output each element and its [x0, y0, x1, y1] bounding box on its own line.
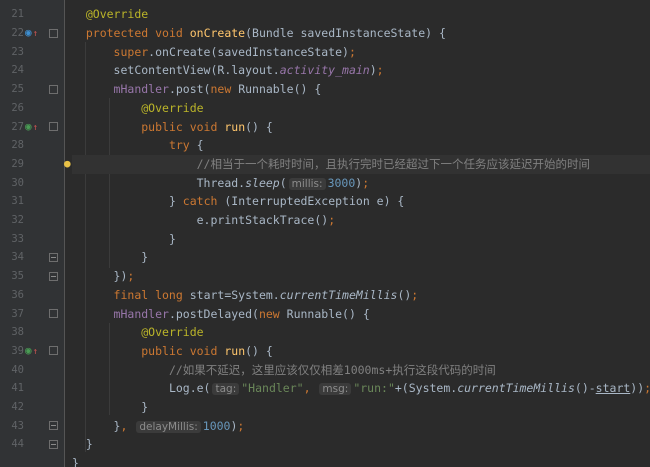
line-number: 22 — [11, 27, 24, 39]
code-line[interactable]: super.onCreate(savedInstanceState); — [72, 43, 650, 62]
code-line[interactable]: } catch (InterruptedException e) { — [72, 192, 650, 211]
code-line[interactable]: protected void onCreate(Bundle savedInst… — [72, 24, 650, 43]
line-number: 23 — [11, 45, 24, 58]
line-number: 43 — [11, 419, 24, 432]
line-number: 30 — [11, 176, 24, 189]
line-number: 21 — [11, 8, 24, 21]
parameter-hint: msg: — [319, 383, 352, 396]
code-line[interactable]: }); — [72, 267, 650, 286]
code-line[interactable]: public void run() { — [72, 118, 650, 137]
line-number: 34 — [11, 251, 24, 264]
code-line[interactable]: } — [72, 454, 650, 467]
implement-method-icon[interactable]: ◉↑ — [25, 342, 38, 362]
code-line[interactable]: @Override — [72, 99, 650, 118]
parameter-hint: millis: — [288, 177, 326, 190]
code-line[interactable]: mHandler.postDelayed(new Runnable() { — [72, 305, 650, 324]
code-line[interactable]: //如果不延迟，这里应该仅仅相差1000ms+执行这段代码的时间 — [72, 361, 650, 380]
code-line[interactable]: try { — [72, 136, 650, 155]
line-number: 29 — [11, 157, 24, 170]
fold-end-marker[interactable] — [49, 440, 58, 449]
fold-toggle[interactable] — [49, 309, 58, 318]
code-line[interactable]: } — [72, 248, 650, 267]
navigate-up-arrow-icon: ↑ — [32, 29, 39, 39]
code-line[interactable]: final long start=System.currentTimeMilli… — [72, 286, 650, 305]
line-number: 42 — [11, 401, 24, 413]
line-number: 38 — [11, 326, 24, 339]
implement-method-icon[interactable]: ◉↑ — [25, 118, 38, 138]
code-line[interactable]: @Override — [72, 5, 650, 24]
fold-end-marker[interactable] — [49, 421, 58, 430]
fold-end-marker[interactable] — [49, 253, 58, 262]
code-line[interactable]: } — [72, 398, 650, 417]
fold-toggle[interactable] — [49, 85, 58, 94]
code-line[interactable]: e.printStackTrace(); — [72, 211, 650, 230]
line-number: 24 — [11, 64, 24, 77]
code-line[interactable]: Thread.sleep(millis: 3000); — [72, 174, 650, 193]
fold-toggle[interactable] — [49, 122, 58, 131]
code-line[interactable]: @Override — [72, 323, 650, 342]
code-line[interactable]: } — [72, 435, 650, 454]
parameter-hint: delayMillis: — [136, 420, 201, 433]
line-number: 28 — [11, 139, 24, 152]
code-line[interactable]: mHandler.post(new Runnable() { — [72, 80, 650, 99]
line-number: 27 — [11, 120, 24, 133]
line-number: 25 — [11, 83, 24, 96]
code-line[interactable]: }, delayMillis: 1000); — [72, 417, 650, 436]
line-number: 39 — [11, 344, 24, 357]
editor-gutter[interactable]: 21 22 23 24 25 26 27 28 29 30 31 32 33 3… — [0, 0, 64, 467]
code-line[interactable]: } — [72, 230, 650, 249]
line-number: 40 — [11, 363, 24, 376]
line-number: 41 — [11, 382, 24, 395]
code-editor[interactable]: 21 22 23 24 25 26 27 28 29 30 31 32 33 3… — [0, 0, 650, 467]
code-line[interactable]: Log.e(tag: "Handler", msg: "run:"+(System.… — [72, 379, 650, 398]
code-line[interactable]: public void run() { — [72, 342, 650, 361]
navigate-up-arrow-icon: ↑ — [32, 122, 39, 133]
line-number: 26 — [11, 101, 24, 114]
line-number: 37 — [11, 307, 24, 320]
parameter-hint: tag: — [212, 383, 240, 396]
gutter-separator — [64, 0, 65, 467]
line-number: 36 — [11, 288, 24, 301]
fold-toggle[interactable] — [49, 346, 58, 355]
code-line-current[interactable]: //相当于一个耗时时间，且执行完时已经超过下一个任务应该延迟开始的时间 — [72, 154, 650, 174]
line-number: 35 — [11, 270, 24, 283]
fold-end-marker[interactable] — [49, 272, 58, 281]
line-number: 32 — [11, 214, 24, 226]
navigate-up-arrow-icon: ↑ — [32, 346, 39, 357]
line-number: 44 — [11, 438, 24, 451]
override-method-icon[interactable]: ◉↑ — [25, 24, 38, 44]
fold-toggle[interactable] — [49, 29, 58, 38]
line-number: 31 — [11, 195, 24, 208]
line-number: 33 — [11, 232, 24, 245]
code-line[interactable]: setContentView(R.layout.activity_main); — [72, 61, 650, 80]
intention-bulb-icon[interactable]: ● — [64, 155, 71, 174]
